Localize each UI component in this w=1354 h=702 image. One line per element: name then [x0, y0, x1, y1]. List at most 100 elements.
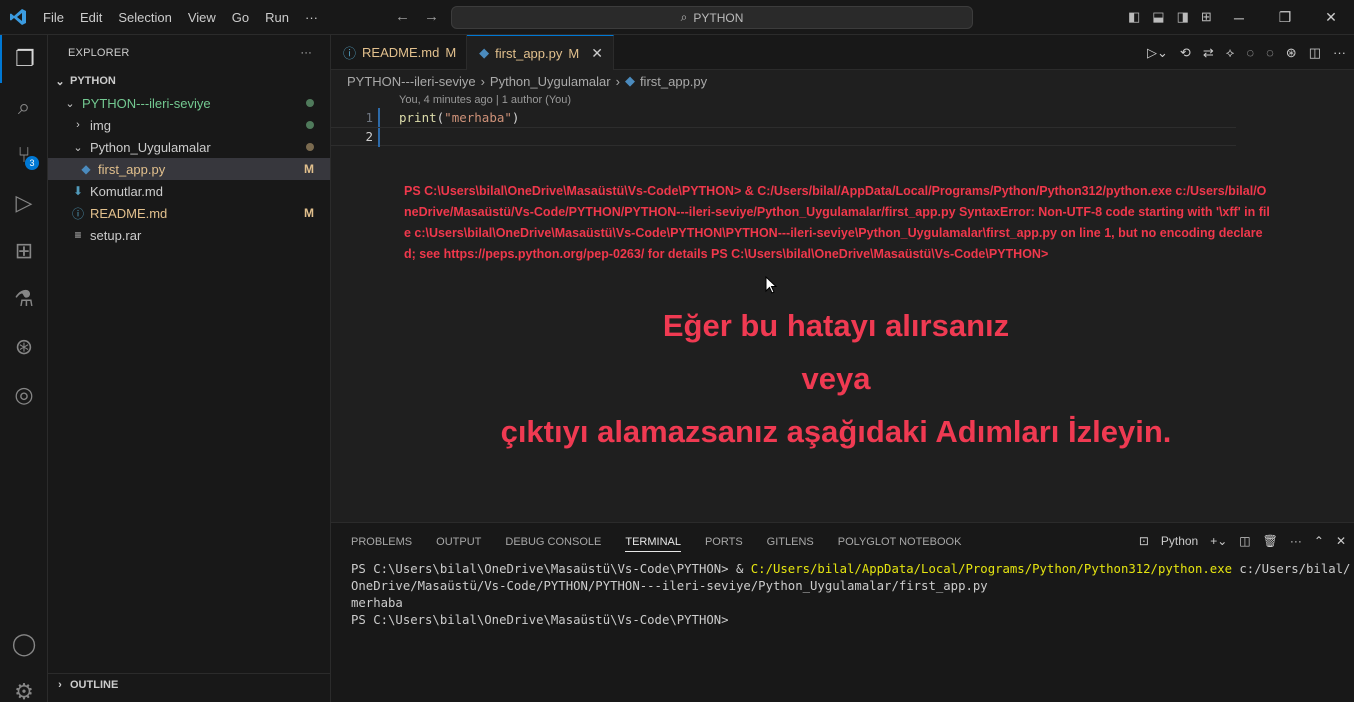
restore-icon[interactable]: ❐ — [1262, 0, 1308, 35]
new-terminal-icon[interactable]: +⌄ — [1210, 534, 1227, 548]
info-icon: ⓘ — [71, 206, 84, 221]
close-panel-icon[interactable]: ✕ — [1336, 534, 1346, 548]
toggle-primary-sidebar-icon[interactable]: ◧ — [1128, 9, 1140, 25]
tab-output[interactable]: OUTPUT — [436, 523, 493, 561]
run-debug-icon[interactable]: ▷ — [0, 179, 48, 227]
testing-icon[interactable]: ⚗ — [0, 275, 48, 323]
extensions-icon[interactable]: ⊞ — [0, 227, 48, 275]
split-terminal-icon[interactable]: ◫ — [1239, 534, 1250, 548]
breadcrumb-item[interactable]: Python_Uygulamalar — [490, 74, 611, 89]
chevron-right-icon: › — [76, 119, 80, 131]
more-actions-icon[interactable]: ··· — [300, 47, 312, 59]
toggle-panel-icon[interactable]: ⬓ — [1152, 9, 1164, 25]
file-first-app-py[interactable]: ◆ first_app.py M — [48, 158, 330, 180]
search-icon: ⌕ — [680, 10, 688, 24]
tab-readme-md[interactable]: ⓘ README.md M — [331, 35, 468, 70]
tab-label: README.md — [362, 45, 440, 60]
terminal-prompt: PS C:\Users\bilal\OneDrive\Masaüstü\Vs-C… — [351, 613, 729, 627]
title-bar: File Edit Selection View Go Run ··· ← → … — [0, 0, 1354, 35]
run-python-file-icon[interactable]: ▷⌄ — [1147, 45, 1168, 61]
tree-item-label: README.md — [90, 205, 168, 221]
account-icon[interactable]: ◯ — [0, 620, 48, 668]
previous-revision-icon[interactable]: ◌ — [1246, 45, 1254, 61]
terminal-shell-icon: ⊡ — [1138, 534, 1149, 548]
back-arrow-icon[interactable]: ← — [395, 8, 410, 25]
file-setup-rar[interactable]: ≡ setup.rar — [48, 224, 330, 246]
git-change-bar — [378, 128, 380, 147]
menu-bar: File Edit Selection View Go Run ··· — [35, 10, 326, 25]
open-changes-icon[interactable]: ⟡ — [1226, 45, 1235, 61]
tab-gitlens[interactable]: GITLENS — [767, 523, 826, 561]
next-revision-icon[interactable]: ◌ — [1266, 45, 1274, 61]
gitlens-icon[interactable]: ◎ — [0, 371, 48, 419]
split-editor-icon[interactable]: ◫ — [1309, 45, 1321, 61]
tab-modified-marker: M — [445, 45, 457, 60]
terminal-exe-path: C:/Users/bilal/AppData/Local/Programs/Py… — [750, 562, 1232, 576]
menu-more[interactable]: ··· — [297, 10, 326, 25]
manage-gear-icon[interactable]: ⚙ — [0, 668, 48, 702]
workspace-folder-python[interactable]: ⌄ PYTHON — [48, 70, 330, 92]
file-komutlar-md[interactable]: ⬇ Komutlar.md — [48, 180, 330, 202]
vscode-logo-icon — [0, 0, 35, 35]
line-number: 1 — [365, 110, 373, 125]
explorer-icon[interactable]: ❐ — [0, 35, 48, 83]
menu-file[interactable]: File — [35, 10, 72, 25]
code-text: print("merhaba") — [399, 110, 520, 125]
tab-polyglot-notebook[interactable]: POLYGLOT NOTEBOOK — [838, 523, 974, 561]
text-file-icon: ≡ — [74, 228, 82, 242]
menu-selection[interactable]: Selection — [110, 10, 179, 25]
git-graph-icon[interactable]: ⊛ — [0, 323, 48, 371]
customize-layout-icon[interactable]: ⊞ — [1201, 9, 1212, 25]
code-editor[interactable]: You, 4 minutes ago | 1 author (You) 1 pr… — [331, 92, 1354, 522]
forward-arrow-icon[interactable]: → — [424, 8, 439, 25]
tree-item-label: Komutlar.md — [90, 183, 163, 199]
folder-python-uygulamalar[interactable]: ⌄ Python_Uygulamalar — [48, 136, 330, 158]
outline-section[interactable]: › OUTLINE — [48, 673, 331, 695]
tree-item-label: setup.rar — [90, 227, 142, 243]
toggle-secondary-sidebar-icon[interactable]: ◨ — [1177, 9, 1189, 25]
tab-modified-marker: M — [568, 45, 580, 61]
menu-edit[interactable]: Edit — [72, 10, 110, 25]
menu-go[interactable]: Go — [224, 10, 257, 25]
close-window-icon[interactable]: ✕ — [1308, 0, 1354, 35]
python-file-icon: ◆ — [479, 45, 490, 60]
menu-view[interactable]: View — [180, 10, 224, 25]
modified-marker: M — [304, 162, 314, 176]
breadcrumb-item[interactable]: PYTHON---ileri-seviye — [347, 74, 476, 89]
panel-more-icon[interactable]: ··· — [1290, 534, 1302, 548]
instruction-heading-2: veya — [801, 361, 871, 396]
file-readme-md[interactable]: ⓘ README.md M — [48, 202, 330, 224]
timeline-icon[interactable]: ⟲ — [1180, 45, 1191, 61]
folder-img[interactable]: › img — [48, 114, 330, 136]
source-control-icon[interactable]: ⑂ 3 — [0, 131, 48, 179]
gitlens-codelens[interactable]: You, 4 minutes ago | 1 author (You) — [399, 94, 571, 106]
markdown-download-icon: ⬇ — [72, 184, 84, 198]
tab-terminal[interactable]: TERMINAL — [625, 523, 693, 561]
minimize-icon[interactable]: ─ — [1216, 0, 1262, 35]
python-file-icon: ◆ — [624, 73, 635, 88]
menu-run[interactable]: Run — [257, 10, 297, 25]
maximize-panel-icon[interactable]: ⌃ — [1314, 534, 1324, 548]
compare-changes-icon[interactable]: ⇄ — [1203, 45, 1214, 61]
editor-more-actions-icon[interactable]: ··· — [1333, 45, 1346, 61]
breadcrumb-item[interactable]: first_app.py — [640, 74, 707, 89]
kill-terminal-icon[interactable]: 🗑 — [1263, 534, 1278, 548]
scm-badge: 3 — [25, 156, 39, 170]
folder-python-ileri-seviye[interactable]: ⌄ PYTHON---ileri-seviye — [48, 92, 330, 114]
tab-ports[interactable]: PORTS — [705, 523, 755, 561]
outline-label: OUTLINE — [70, 678, 119, 691]
chevron-down-icon: ⌄ — [55, 75, 65, 88]
search-view-icon[interactable]: ⌕ — [0, 83, 48, 131]
terminal-shell-label[interactable]: Python — [1161, 534, 1198, 548]
tab-first-app-py[interactable]: ◆ first_app.py M ✕ — [467, 35, 614, 70]
gitlens-inspect-icon[interactable]: ⊛ — [1286, 45, 1297, 61]
close-tab-icon[interactable]: ✕ — [591, 45, 603, 62]
modified-marker: M — [304, 206, 314, 220]
tab-debug-console[interactable]: DEBUG CONSOLE — [505, 523, 613, 561]
git-status-dot — [306, 99, 314, 107]
command-center-search[interactable]: ⌕ PYTHON — [451, 6, 973, 29]
terminal-output[interactable]: PS C:\Users\bilal\OneDrive\Masaüstü\Vs-C… — [351, 561, 1351, 629]
terminal-prompt: PS C:\Users\bilal\OneDrive\Masaüstü\Vs-C… — [351, 562, 751, 576]
chevron-right-icon: › — [480, 73, 485, 89]
tab-problems[interactable]: PROBLEMS — [351, 523, 424, 561]
